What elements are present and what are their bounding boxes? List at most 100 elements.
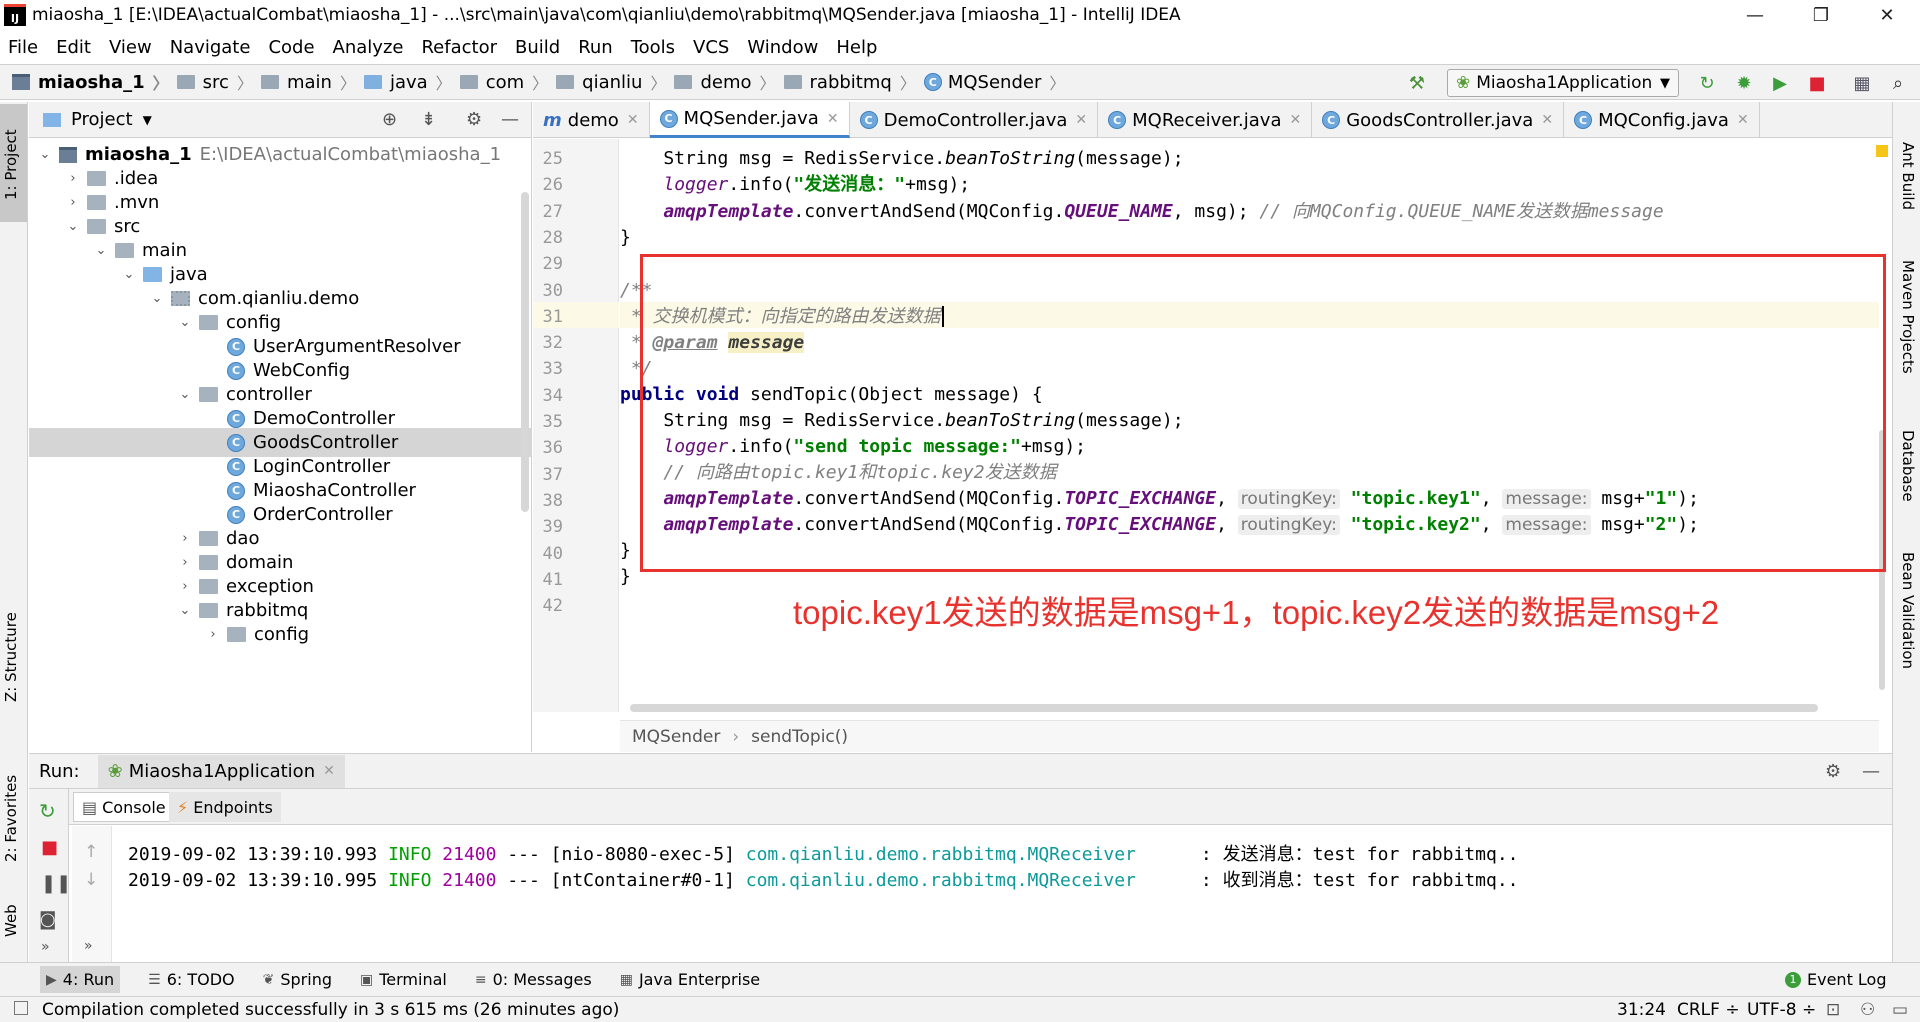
rerun-icon[interactable]: ↻	[39, 799, 56, 823]
menu-analyze[interactable]: Analyze	[333, 37, 404, 58]
more-icon[interactable]: »	[84, 938, 93, 954]
maven-projects-tab[interactable]: Maven Projects	[1899, 260, 1917, 374]
close-icon[interactable]: ✕	[1075, 112, 1087, 128]
chevron-right-icon[interactable]: ›	[177, 531, 193, 546]
project-panel-title[interactable]: Project	[71, 109, 133, 130]
locate-icon[interactable]: ⊕	[382, 109, 397, 130]
structure-tool-tab[interactable]: Z: Structure	[2, 612, 20, 702]
chevron-down-icon[interactable]: ⌄	[121, 267, 137, 282]
menu-run[interactable]: Run	[578, 37, 613, 58]
menu-edit[interactable]: Edit	[56, 37, 91, 58]
gear-icon[interactable]: ⚙	[1825, 761, 1841, 782]
caret-position[interactable]: 31:24	[1617, 1000, 1666, 1020]
chevron-down-icon[interactable]: ⌄	[177, 315, 193, 330]
horizontal-scrollbar[interactable]	[630, 704, 1818, 712]
collapse-all-icon[interactable]: ⇟	[421, 109, 436, 130]
close-button[interactable]: ✕	[1854, 0, 1920, 30]
bottom-tool-3[interactable]: ▣ Terminal	[360, 970, 447, 989]
bottom-tool-2[interactable]: ❦ Spring	[263, 970, 332, 989]
menu-help[interactable]: Help	[836, 37, 877, 58]
scroll-up-icon[interactable]: ↑	[84, 842, 98, 862]
chevron-down-icon[interactable]: ⌄	[177, 603, 193, 618]
chevron-down-icon[interactable]: ⌄	[65, 219, 81, 234]
console-tab[interactable]: ▤ Console	[73, 792, 175, 822]
run-coverage-icon[interactable]: ▶	[1768, 71, 1792, 95]
breadcrumb-item[interactable]: main 〉	[260, 70, 356, 94]
chevron-right-icon[interactable]: ›	[205, 627, 221, 642]
bottom-tool-0[interactable]: ▶ 4: Run	[40, 966, 121, 993]
toggle-tool-windows-icon[interactable]	[14, 1001, 28, 1015]
debug-icon[interactable]: ✹	[1732, 71, 1756, 95]
hide-panel-icon[interactable]: —	[1862, 761, 1880, 782]
endpoints-tab[interactable]: ⚡ Endpoints	[169, 792, 281, 822]
breadcrumb-item[interactable]: demo 〉	[674, 70, 776, 94]
editor-tab[interactable]: C MQSender.java ✕	[649, 102, 850, 138]
tree-scrollbar[interactable]	[521, 192, 529, 512]
menu-code[interactable]: Code	[268, 37, 314, 58]
menu-window[interactable]: Window	[747, 37, 818, 58]
chevron-down-icon[interactable]: ⌄	[93, 243, 109, 258]
tree-item[interactable]: › config	[29, 620, 532, 649]
breadcrumb-item[interactable]: com 〉	[459, 70, 548, 94]
chevron-down-icon[interactable]: ⌄	[37, 147, 53, 162]
breadcrumb-item[interactable]: miaosha_1 〉	[12, 70, 169, 94]
bean-validation-tab[interactable]: Bean Validation	[1899, 552, 1917, 669]
maximize-button[interactable]: ❐	[1788, 0, 1854, 30]
breadcrumb-item[interactable]: C MQSender 〉	[923, 70, 1065, 94]
chevron-down-icon[interactable]: ▼	[143, 113, 152, 127]
event-log-button[interactable]: 1 Event Log	[1785, 970, 1887, 989]
chevron-right-icon[interactable]: ›	[65, 171, 81, 186]
inspector-icon[interactable]: ⚇	[1860, 1000, 1875, 1020]
favorites-tool-tab[interactable]: 2: Favorites	[2, 775, 20, 862]
chevron-down-icon[interactable]: ⌄	[177, 387, 193, 402]
database-tab[interactable]: Database	[1899, 430, 1917, 502]
close-icon[interactable]: ✕	[827, 111, 839, 127]
breadcrumb-item[interactable]: java 〉	[363, 70, 452, 94]
close-icon[interactable]: ✕	[1289, 112, 1301, 128]
close-icon[interactable]: ✕	[627, 112, 639, 128]
stop-icon[interactable]: ■	[41, 837, 58, 858]
stop-icon[interactable]: ■	[1805, 71, 1829, 95]
close-icon[interactable]: ✕	[1737, 112, 1749, 128]
warning-marker-icon[interactable]	[1876, 145, 1888, 157]
breadcrumb-item[interactable]: src 〉	[176, 70, 253, 94]
chevron-right-icon[interactable]: ›	[177, 579, 193, 594]
close-icon[interactable]: ✕	[323, 763, 335, 779]
web-tool-tab[interactable]: Web	[2, 904, 20, 937]
console-output[interactable]: 2019-09-02 13:39:10.993 INFO 21400 --- […	[112, 826, 1892, 962]
scroll-down-icon[interactable]: ↓	[84, 870, 98, 890]
menu-file[interactable]: File	[8, 37, 38, 58]
breadcrumb-method[interactable]: sendTopic()	[751, 727, 848, 747]
editor-tab[interactable]: C MQConfig.java ✕	[1564, 102, 1760, 138]
camera-icon[interactable]: ◙	[39, 909, 56, 930]
bottom-tool-1[interactable]: ☰ 6: TODO	[148, 970, 235, 989]
file-encoding[interactable]: UTF-8 ÷	[1747, 1000, 1816, 1020]
menu-vcs[interactable]: VCS	[693, 37, 729, 58]
build-hammer-icon[interactable]: ⚒	[1405, 71, 1429, 95]
search-icon[interactable]: ⌕	[1886, 71, 1910, 95]
chevron-down-icon[interactable]: ⌄	[149, 291, 165, 306]
project-tool-tab[interactable]: 1: Project	[2, 129, 20, 200]
menu-build[interactable]: Build	[515, 37, 560, 58]
minimize-button[interactable]: —	[1722, 0, 1788, 30]
ant-build-tab[interactable]: Ant Build	[1899, 142, 1917, 210]
breadcrumb-class[interactable]: MQSender	[632, 727, 720, 747]
menu-view[interactable]: View	[109, 37, 152, 58]
breadcrumb-item[interactable]: rabbitmq 〉	[783, 70, 916, 94]
bottom-tool-5[interactable]: ▦ Java Enterprise	[620, 970, 760, 989]
editor-tab[interactable]: C DemoController.java ✕	[850, 102, 1099, 138]
chevron-right-icon[interactable]: ›	[177, 555, 193, 570]
hide-panel-icon[interactable]: —	[501, 109, 519, 130]
line-separator[interactable]: CRLF ÷	[1677, 1000, 1740, 1020]
run-config-select[interactable]: ❀ Miaosha1Application ▼	[1447, 69, 1679, 97]
gear-icon[interactable]: ⚙	[466, 109, 482, 130]
chevron-right-icon[interactable]: ›	[65, 195, 81, 210]
menu-tools[interactable]: Tools	[631, 37, 675, 58]
close-icon[interactable]: ✕	[1541, 112, 1553, 128]
bottom-tool-4[interactable]: ≡ 0: Messages	[475, 970, 592, 989]
breadcrumb-item[interactable]: qianliu 〉	[556, 70, 666, 94]
rerun-icon[interactable]: ↻	[1695, 71, 1719, 95]
project-structure-icon[interactable]: ▦	[1850, 71, 1874, 95]
pause-icon[interactable]: ❚❚	[41, 873, 71, 894]
lock-icon[interactable]: ⊡	[1826, 1000, 1840, 1020]
